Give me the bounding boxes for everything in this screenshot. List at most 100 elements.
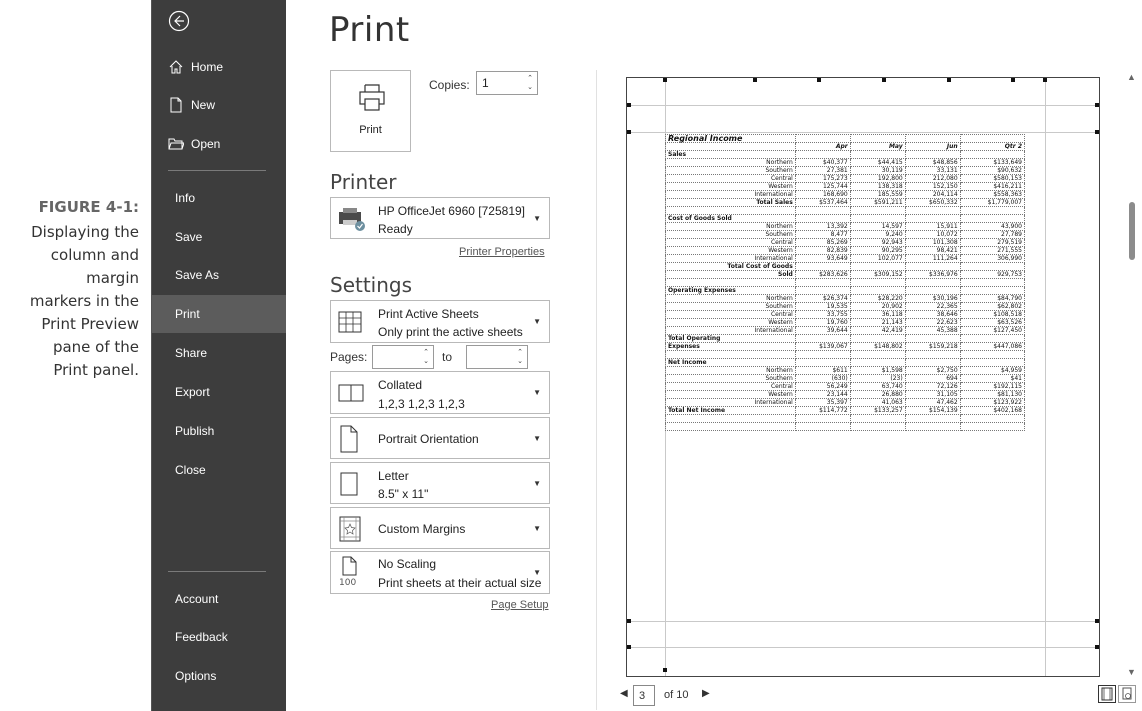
spin-arrows-icon[interactable]: ⌃ ⌄ (517, 348, 523, 366)
spin-arrows-icon[interactable]: ⌃ ⌄ (527, 74, 533, 92)
print-button-label: Print (359, 124, 382, 136)
table-cell: $40,377 (794, 158, 851, 167)
table-cell: 8,477 (794, 230, 851, 239)
table-cell: 19,535 (794, 302, 851, 311)
page-setup-link[interactable]: Page Setup (491, 599, 549, 611)
table-row: International 35,397 41,063 47,462 $123,922 (665, 398, 1026, 407)
column-marker[interactable] (1043, 78, 1047, 82)
margin-marker[interactable] (663, 668, 667, 672)
nav-feedback[interactable]: Feedback (152, 618, 286, 656)
table-cell (849, 350, 906, 359)
column-marker[interactable] (882, 78, 886, 82)
column-marker[interactable] (1011, 78, 1015, 82)
nav-info[interactable]: Info (152, 179, 286, 217)
table-cell: 35,397 (794, 398, 851, 407)
table-cell (794, 278, 851, 287)
nav-close[interactable]: Close (152, 451, 286, 489)
nav-open[interactable]: Open (152, 125, 286, 163)
table-cell (904, 214, 961, 223)
row-label: Central (665, 238, 796, 247)
nav-save-as[interactable]: Save As (152, 256, 286, 294)
preview-scrollbar[interactable]: ▲ ▼ (1124, 72, 1140, 677)
paper-size-dropdown[interactable]: Letter 8.5" x 11" ▼ (330, 462, 550, 504)
previous-page-icon[interactable]: ◀ (620, 688, 628, 699)
collation-dropdown[interactable]: Collated 1,2,3 1,2,3 1,2,3 ▼ (330, 371, 550, 414)
table-cell: 271,555 (959, 246, 1026, 255)
print-what-dropdown[interactable]: Print Active Sheets Only print the activ… (330, 300, 550, 343)
table-cell: (23) (849, 374, 906, 383)
print-what-title: Print Active Sheets (378, 307, 479, 321)
print-button[interactable]: Print (330, 70, 411, 152)
current-page-input[interactable]: 3 (633, 685, 655, 706)
next-page-icon[interactable]: ▶ (702, 688, 710, 699)
nav-share[interactable]: Share (152, 334, 286, 372)
table-cell (904, 286, 961, 295)
table-cell (959, 334, 1026, 343)
table-cell: $4,959 (959, 366, 1026, 375)
margin-marker[interactable] (627, 103, 631, 107)
scroll-thumb[interactable] (1129, 202, 1135, 260)
nav-save[interactable]: Save (152, 218, 286, 256)
table-row: Total Operating (665, 334, 1026, 343)
margin-guide-header (627, 105, 1099, 106)
nav-options[interactable]: Options (152, 657, 286, 695)
table-cell (849, 278, 906, 287)
row-label: Net Income (665, 358, 796, 367)
show-margins-icon[interactable] (1098, 685, 1116, 703)
nav-feedback-label: Feedback (175, 630, 228, 644)
margins-dropdown[interactable]: Custom Margins ▼ (330, 507, 550, 549)
margin-marker[interactable] (627, 645, 631, 649)
table-row (665, 206, 1026, 215)
column-marker[interactable] (753, 78, 757, 82)
back-arrow-icon[interactable] (168, 10, 190, 32)
copies-stepper[interactable]: 1 ⌃ ⌄ (476, 71, 538, 95)
table-row: Southern 19,535 20,902 22,365 $62,802 (665, 302, 1026, 311)
nav-export[interactable]: Export (152, 373, 286, 411)
row-label: Southern (665, 302, 796, 311)
margin-marker[interactable] (1095, 619, 1099, 623)
scroll-down-icon[interactable]: ▼ (1127, 667, 1136, 677)
row-label: Southern (665, 374, 796, 383)
table-cell (959, 150, 1026, 159)
column-marker[interactable] (947, 78, 951, 82)
new-document-icon (170, 97, 182, 113)
print-preview-page: Regional Income Apr May Jun Qtr 2 Sales N… (626, 77, 1100, 677)
nav-account[interactable]: Account (152, 580, 286, 618)
table-row: Northern $26,374 $28,220 $30,196 $84,790 (665, 294, 1026, 303)
table-cell (849, 262, 906, 271)
column-marker[interactable] (817, 78, 821, 82)
margin-marker[interactable] (1095, 130, 1099, 134)
nav-home[interactable]: Home (152, 48, 286, 86)
column-marker[interactable] (663, 78, 667, 82)
table-cell: 56,249 (794, 382, 851, 391)
table-row: Expenses $139,067 $148,802 $159,218 $447,086 (665, 342, 1026, 351)
zoom-to-page-icon[interactable] (1118, 685, 1136, 703)
nav-close-label: Close (175, 463, 206, 477)
printer-properties-link[interactable]: Printer Properties (459, 246, 545, 258)
table-row: International 168,690 185,559 204,114 $558,3… (665, 190, 1026, 199)
margin-marker[interactable] (1095, 103, 1099, 107)
row-label: Northern (665, 222, 796, 231)
orientation-dropdown[interactable]: Portrait Orientation ▼ (330, 417, 550, 459)
margin-marker[interactable] (627, 619, 631, 623)
margin-marker[interactable] (1095, 645, 1099, 649)
margin-marker[interactable] (627, 130, 631, 134)
column-header: Qtr 2 (959, 142, 1026, 151)
spin-arrows-icon[interactable]: ⌃ ⌄ (423, 348, 429, 366)
pages-from-input[interactable]: ⌃ ⌄ (372, 345, 434, 369)
nav-save-label: Save (175, 230, 203, 244)
nav-new[interactable]: New (152, 86, 286, 124)
table-cell: 27,789 (959, 230, 1026, 239)
printer-dropdown[interactable]: HP OfficeJet 6960 [725819] Ready ▼ (330, 197, 550, 239)
scroll-up-icon[interactable]: ▲ (1127, 72, 1136, 82)
table-cell: 152,150 (904, 182, 961, 191)
row-label: International (665, 190, 796, 199)
scaling-dropdown[interactable]: 100 No Scaling Print sheets at their act… (330, 551, 550, 594)
nav-publish[interactable]: Publish (152, 412, 286, 450)
table-cell: 192,800 (849, 174, 906, 183)
pages-to-input[interactable]: ⌃ ⌄ (466, 345, 528, 369)
table-cell: $62,802 (959, 302, 1026, 311)
table-cell: $591,211 (849, 198, 906, 207)
table-row (665, 422, 1026, 431)
nav-print[interactable]: Print (152, 295, 286, 333)
